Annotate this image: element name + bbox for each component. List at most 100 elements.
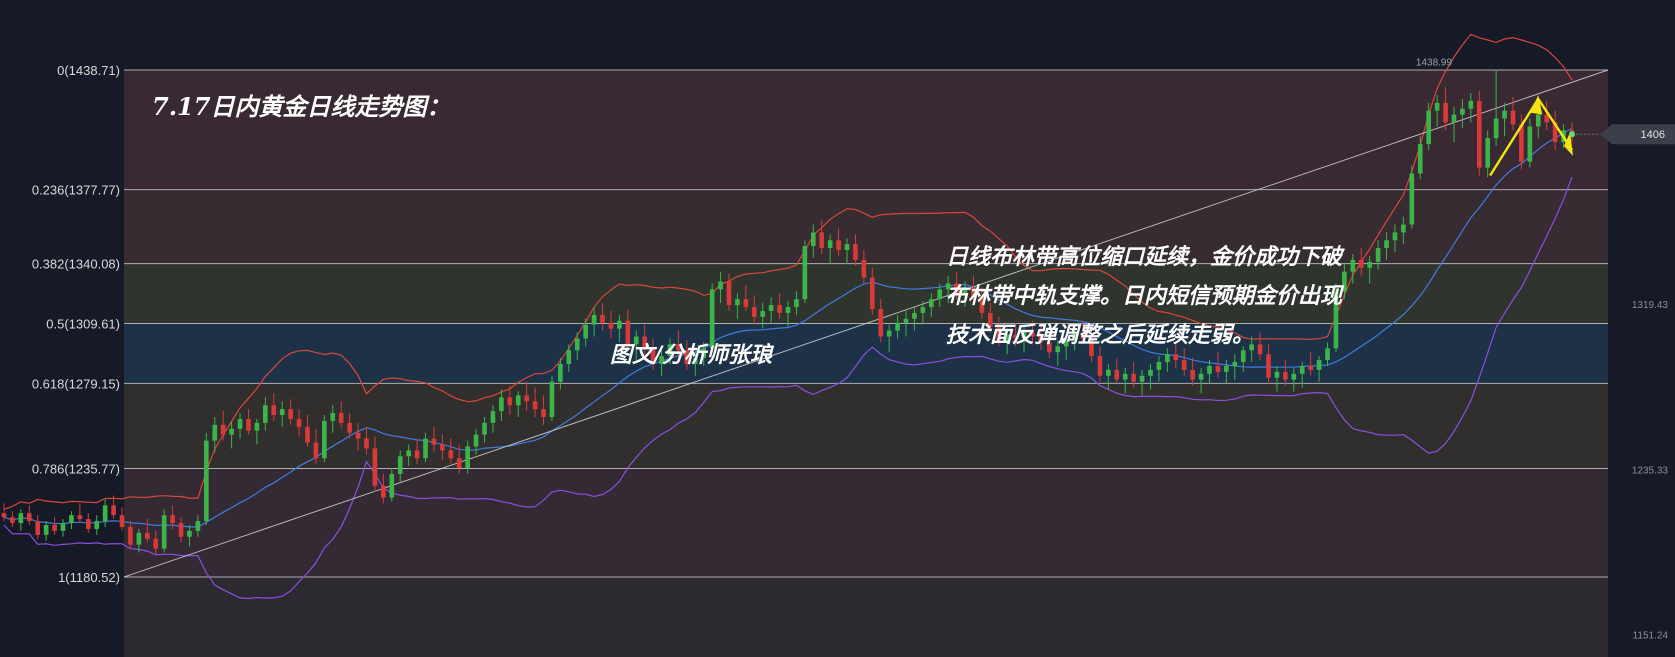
candle-body bbox=[456, 458, 462, 469]
price-axis-tick: 1151.24 bbox=[1633, 630, 1669, 641]
candle-body bbox=[827, 240, 833, 249]
candle-body bbox=[271, 405, 277, 416]
candle-body bbox=[1131, 373, 1136, 382]
candle-body bbox=[60, 523, 66, 531]
candle-body bbox=[313, 442, 319, 459]
candle-body bbox=[802, 246, 808, 300]
candle-body bbox=[1367, 261, 1372, 268]
fib-band-0.786 bbox=[124, 468, 1608, 577]
candle-body bbox=[288, 409, 293, 419]
candle-body bbox=[1476, 100, 1482, 168]
candle-body bbox=[583, 324, 588, 339]
candle-body bbox=[237, 418, 243, 429]
chart-title: 7.17日内黄金日线走势图： bbox=[152, 92, 450, 121]
candle-body bbox=[1443, 102, 1448, 123]
fib-label-1: 1(1180.52) bbox=[58, 570, 120, 585]
candle-body bbox=[26, 513, 32, 522]
candle-body bbox=[111, 505, 116, 516]
candle-body bbox=[1342, 271, 1347, 292]
candle-body bbox=[751, 307, 757, 317]
fib-band-0 bbox=[124, 70, 1608, 190]
candle-body bbox=[541, 409, 546, 418]
candle-body bbox=[1358, 259, 1364, 268]
candle-body bbox=[473, 434, 479, 447]
candle-body bbox=[161, 515, 167, 549]
candle-body bbox=[187, 530, 192, 537]
candle-body bbox=[574, 338, 580, 351]
fib-label-0.618: 0.618(1279.15) bbox=[32, 376, 120, 391]
candle-body bbox=[1468, 100, 1474, 109]
candle-body bbox=[330, 413, 336, 421]
candle-body bbox=[1401, 224, 1406, 233]
candle-body bbox=[1198, 373, 1204, 380]
candle-body bbox=[515, 395, 521, 406]
candle-body bbox=[1451, 114, 1457, 123]
chart-canvas: 0(1438.71) 0.236(1377.77) 0.382(1340.08) 0.… bbox=[0, 0, 1675, 657]
candle-body bbox=[296, 418, 302, 427]
candle-body bbox=[372, 448, 378, 486]
candle-body bbox=[861, 259, 867, 278]
candle-body bbox=[1139, 375, 1145, 382]
candle-body bbox=[170, 515, 175, 524]
candle-body bbox=[785, 307, 791, 313]
candle-body bbox=[153, 538, 159, 549]
candle-body bbox=[1224, 365, 1229, 372]
candle-body bbox=[347, 422, 352, 433]
candle-body bbox=[1106, 369, 1111, 376]
candle-body bbox=[1, 513, 7, 518]
annotation-line-3: 技术面反弹调整之后延续走弱。 bbox=[946, 322, 1254, 348]
candle-body bbox=[465, 446, 470, 469]
candle-body bbox=[507, 397, 513, 406]
candle-body bbox=[1375, 248, 1381, 262]
fib-band-1 bbox=[124, 577, 1608, 657]
candle-body bbox=[35, 521, 41, 535]
price-axis-tick: 1319.43 bbox=[1632, 300, 1669, 311]
candle-body bbox=[1274, 371, 1280, 378]
candle-body bbox=[397, 456, 403, 474]
candle-body bbox=[77, 515, 83, 520]
candle-body bbox=[760, 310, 766, 317]
candle-body bbox=[617, 320, 622, 329]
candle-body bbox=[1434, 102, 1440, 111]
candle-body bbox=[836, 240, 841, 251]
candle-body bbox=[1156, 362, 1162, 370]
fib-label-0.382: 0.382(1340.08) bbox=[32, 257, 120, 272]
candle-body bbox=[204, 440, 209, 522]
candle-body bbox=[406, 450, 411, 457]
fib-label-0: 0(1438.71) bbox=[57, 63, 120, 78]
candle-body bbox=[810, 232, 816, 247]
candle-body bbox=[1283, 371, 1288, 380]
candle-body bbox=[389, 473, 395, 498]
author-credit: 图文/分析师张琅 bbox=[610, 342, 775, 368]
fib-label-0.786: 0.786(1235.77) bbox=[32, 462, 120, 477]
candle-body bbox=[1535, 114, 1541, 127]
candle-body bbox=[1493, 118, 1499, 139]
candle-body bbox=[220, 424, 226, 435]
candle-body bbox=[490, 411, 496, 423]
price-axis-tick: 1235.33 bbox=[1632, 465, 1669, 476]
candle-body bbox=[279, 409, 285, 416]
candle-body bbox=[726, 281, 732, 306]
candle-body bbox=[246, 418, 251, 431]
candle-body bbox=[144, 532, 150, 539]
candle-body bbox=[440, 444, 445, 451]
candle-body bbox=[18, 513, 24, 524]
candle-body bbox=[1240, 350, 1246, 363]
candle-body bbox=[305, 426, 310, 443]
candle-body bbox=[1299, 365, 1305, 374]
candle-body bbox=[431, 438, 437, 445]
candle-body bbox=[178, 523, 184, 537]
candle-body bbox=[844, 244, 850, 251]
candle-body bbox=[448, 450, 454, 459]
candle-body bbox=[558, 363, 563, 382]
candle-body bbox=[1181, 360, 1187, 370]
candle-body bbox=[102, 505, 108, 522]
candle-body bbox=[322, 420, 327, 459]
candle-body bbox=[1392, 232, 1398, 241]
candle-body bbox=[136, 532, 142, 545]
candle-body bbox=[1325, 348, 1330, 361]
candle-body bbox=[1426, 110, 1432, 145]
fib-label-0.236: 0.236(1377.77) bbox=[32, 183, 120, 198]
candle-body bbox=[414, 450, 420, 459]
candle-body bbox=[1350, 259, 1356, 272]
